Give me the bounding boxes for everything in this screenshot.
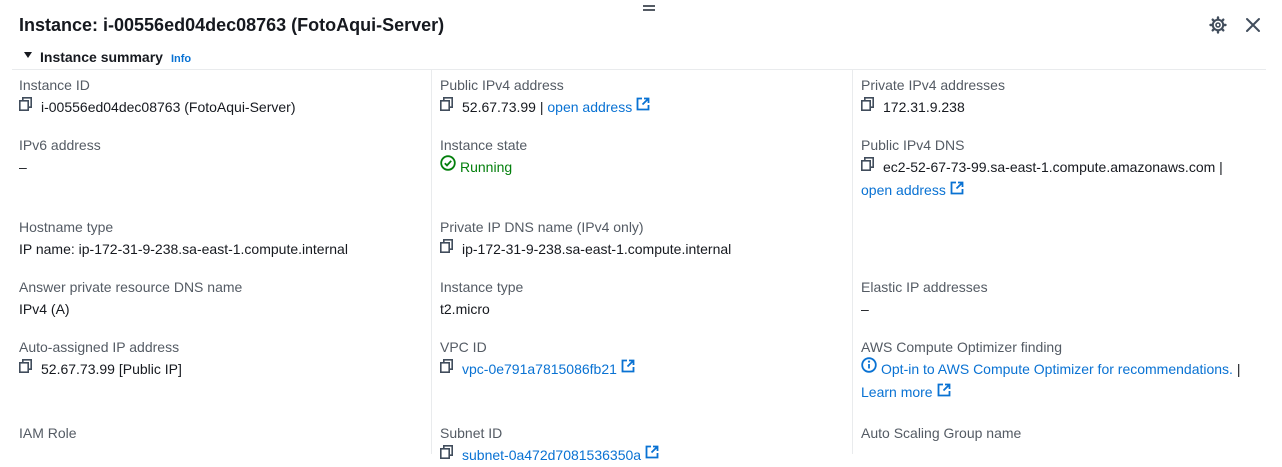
- field-label: Auto Scaling Group name: [861, 425, 1022, 441]
- field-instance-id: Instance ID i-00556ed04dec08763 (FotoAqu…: [19, 74, 296, 119]
- field-auto-assigned-ip: Auto-assigned IP address 52.67.73.99 [Pu…: [19, 336, 182, 381]
- public-dns-value: ec2-52-67-73-99.sa-east-1.compute.amazon…: [883, 159, 1223, 175]
- copy-icon[interactable]: [440, 95, 453, 117]
- external-link-icon[interactable]: [937, 381, 951, 403]
- field-label: AWS Compute Optimizer finding: [861, 339, 1062, 355]
- external-link-icon[interactable]: [621, 357, 635, 379]
- field-answer-dns: Answer private resource DNS name IPv4 (A…: [19, 276, 242, 320]
- answer-dns-value: IPv4 (A): [19, 301, 70, 317]
- settings-button[interactable]: [1208, 15, 1228, 35]
- copy-icon[interactable]: [440, 237, 453, 259]
- field-label: Hostname type: [19, 219, 114, 235]
- instance-id-value: i-00556ed04dec08763 (FotoAqui-Server): [41, 99, 296, 115]
- public-ipv4-value: 52.67.73.99 |: [462, 99, 544, 115]
- field-label: IAM Role: [19, 425, 77, 441]
- external-link-icon[interactable]: [645, 443, 659, 465]
- elastic-ip-value: –: [861, 301, 869, 317]
- open-address-link[interactable]: open address: [861, 182, 946, 198]
- optimizer-opt-in-link[interactable]: Opt-in to AWS Compute Optimizer for reco…: [881, 361, 1233, 377]
- close-icon: [1246, 18, 1260, 32]
- field-label: Answer private resource DNS name: [19, 279, 243, 295]
- field-label: Instance ID: [19, 77, 90, 93]
- section-title: Instance summary: [40, 49, 163, 65]
- resize-handle[interactable]: [643, 5, 655, 13]
- open-address-link[interactable]: open address: [547, 99, 632, 115]
- instance-summary-toggle[interactable]: Instance summary Info: [24, 47, 191, 65]
- private-dns-value: ip-172-31-9-238.sa-east-1.compute.intern…: [462, 241, 732, 257]
- column-divider: [852, 70, 853, 454]
- caret-down-icon: [24, 52, 32, 59]
- instance-type-value: t2.micro: [440, 301, 490, 317]
- column-divider: [431, 70, 432, 454]
- field-label: Private IPv4 addresses: [861, 77, 1005, 93]
- field-label: VPC ID: [440, 339, 487, 355]
- copy-icon[interactable]: [861, 155, 874, 177]
- field-iam-role: IAM Role: [19, 422, 77, 444]
- check-circle-icon: [440, 155, 456, 177]
- field-elastic-ip: Elastic IP addresses –: [861, 276, 988, 320]
- copy-icon[interactable]: [440, 443, 453, 465]
- field-compute-optimizer: AWS Compute Optimizer finding Opt-in to …: [861, 336, 1240, 405]
- field-label: Private IP DNS name (IPv4 only): [440, 219, 644, 235]
- panel-header: Instance: i-00556ed04dec08763 (FotoAqui-…: [0, 0, 1282, 48]
- field-public-dns: Public IPv4 DNS ec2-52-67-73-99.sa-east-…: [861, 134, 1223, 203]
- field-instance-state: Instance state Running: [440, 134, 527, 179]
- field-asg-name: Auto Scaling Group name: [861, 422, 1021, 444]
- external-link-icon[interactable]: [950, 179, 964, 201]
- field-ipv6-address: IPv6 address –: [19, 134, 101, 178]
- field-label: IPv6 address: [19, 137, 101, 153]
- subnet-id-link[interactable]: subnet-0a472d7081536350a: [462, 447, 641, 463]
- private-ipv4-value: 172.31.9.238: [883, 99, 965, 115]
- separator: |: [1232, 361, 1241, 377]
- field-subnet-id: Subnet ID subnet-0a472d7081536350a: [440, 422, 659, 467]
- gear-icon: [1209, 16, 1227, 34]
- field-private-dns: Private IP DNS name (IPv4 only) ip-172-3…: [440, 216, 731, 261]
- close-button[interactable]: [1243, 15, 1263, 35]
- field-label: Auto-assigned IP address: [19, 339, 180, 355]
- field-label: Instance type: [440, 279, 524, 295]
- info-link[interactable]: Info: [171, 53, 191, 65]
- field-label: Public IPv4 DNS: [861, 137, 965, 153]
- field-label: Subnet ID: [440, 425, 503, 441]
- field-vpc-id: VPC ID vpc-0e791a7815086fb21: [440, 336, 635, 381]
- field-hostname-type: Hostname type IP name: ip-172-31-9-238.s…: [19, 216, 348, 260]
- page-title: Instance: i-00556ed04dec08763 (FotoAqui-…: [19, 15, 445, 35]
- external-link-icon[interactable]: [636, 95, 650, 117]
- copy-icon[interactable]: [19, 357, 32, 379]
- copy-icon[interactable]: [19, 95, 32, 117]
- ipv6-value: –: [19, 159, 27, 175]
- learn-more-link[interactable]: Learn more: [861, 384, 933, 400]
- copy-icon[interactable]: [861, 95, 874, 117]
- vpc-id-link[interactable]: vpc-0e791a7815086fb21: [462, 361, 617, 377]
- info-circle-icon: [861, 357, 877, 379]
- field-label: Public IPv4 address: [440, 77, 564, 93]
- field-label: Elastic IP addresses: [861, 279, 988, 295]
- auto-ip-value: 52.67.73.99 [Public IP]: [41, 361, 182, 377]
- copy-icon[interactable]: [440, 357, 453, 379]
- field-label: Instance state: [440, 137, 528, 153]
- hostname-type-value: IP name: ip-172-31-9-238.sa-east-1.compu…: [19, 241, 348, 257]
- field-public-ipv4: Public IPv4 address 52.67.73.99 | open a…: [440, 74, 650, 119]
- status-running: Running: [460, 159, 513, 175]
- divider: [12, 69, 1266, 70]
- field-private-ipv4: Private IPv4 addresses 172.31.9.238: [861, 74, 1005, 119]
- field-instance-type: Instance type t2.micro: [440, 276, 523, 320]
